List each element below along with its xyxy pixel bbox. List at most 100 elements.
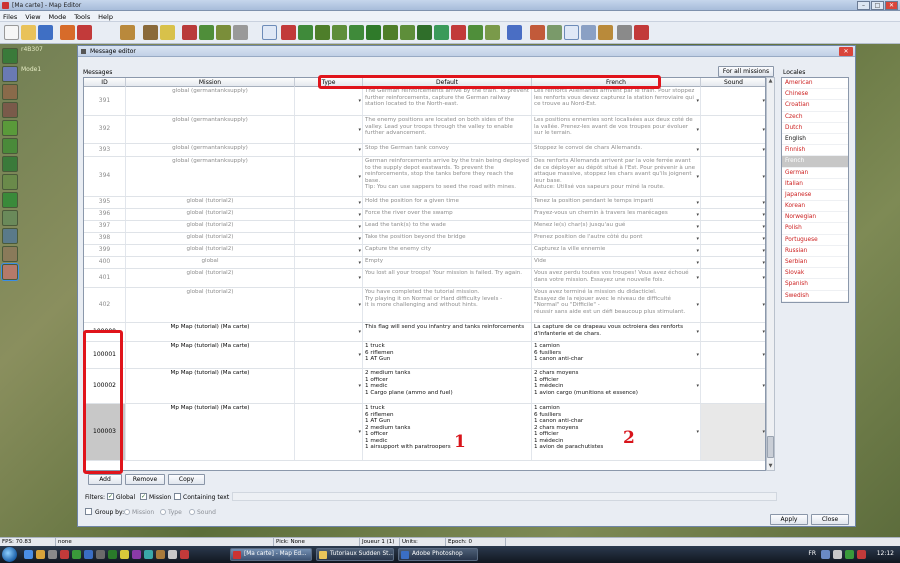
cell-default[interactable]: 2 medium tanks 1 officer 1 medic 1 Cargo… [363, 369, 532, 403]
cell-mission[interactable]: Mp Map (tutorial) (Ma carte) [126, 323, 295, 341]
dropdown-arrow-icon[interactable]: ▾ [696, 260, 699, 267]
cell-type[interactable]: ▾ [295, 269, 363, 287]
mission-filter-checkbox[interactable]: ✓ [140, 493, 147, 500]
cell-french[interactable]: Tenez la position pendant le temps impar… [532, 197, 701, 208]
locale-item[interactable]: French [782, 156, 848, 168]
cell-french[interactable]: 2 chars moyens 1 officier 1 médecin 1 av… [532, 369, 701, 403]
field-palette-icon[interactable] [2, 138, 18, 154]
cell-id[interactable]: 397 [84, 221, 126, 232]
table-row[interactable]: 395 global (tutorial2) ▾ Hold the position … [84, 197, 765, 209]
cell-sound[interactable]: ▾ [701, 87, 765, 115]
locale-item[interactable]: Chinese [782, 89, 848, 101]
cell-french[interactable]: La capture de ce drapeau vous octroiera … [532, 323, 701, 341]
fence-tool-icon[interactable] [468, 25, 483, 40]
dropdown-arrow-icon[interactable]: ▾ [762, 329, 765, 336]
building-palette-icon[interactable] [2, 102, 18, 118]
forest-tool-icon[interactable] [315, 25, 330, 40]
locale-item[interactable]: German [782, 168, 848, 179]
cell-sound[interactable]: ▾ [701, 369, 765, 403]
cell-french[interactable]: 1 camion 6 fusiliers 1 canon anti-char ▾ [532, 342, 701, 368]
open-folder-icon[interactable] [21, 25, 36, 40]
dropdown-arrow-icon[interactable]: ▾ [358, 248, 361, 255]
cell-sound[interactable]: ▾ [701, 288, 765, 322]
cell-id[interactable]: 398 [84, 233, 126, 244]
locale-item[interactable]: Polish [782, 223, 848, 235]
terrain-tool-icon[interactable] [60, 25, 75, 40]
cell-french[interactable]: Menez le(s) char(s) jusqu'au gué ▾ [532, 221, 701, 232]
cell-id[interactable]: 399 [84, 245, 126, 256]
apply-button[interactable]: Apply [770, 514, 808, 525]
cell-mission[interactable]: global (tutorial2) [126, 245, 295, 256]
locale-item[interactable]: American [782, 78, 848, 90]
dropdown-arrow-icon[interactable]: ▾ [762, 260, 765, 267]
table-row[interactable]: 393 global (germantanksupply) ▾ Stop the Ge… [84, 144, 765, 157]
quicklaunch-desktop-icon[interactable] [48, 550, 57, 559]
cell-french[interactable]: Vide ▾ [532, 257, 701, 268]
locale-item[interactable]: Slovak [782, 268, 848, 280]
table-row[interactable]: 400 global ▾ Empty Vide ▾ ▾ [84, 257, 765, 269]
table-row[interactable]: 394 global (germantanksupply) ▾ German rein… [84, 157, 765, 197]
dropdown-arrow-icon[interactable]: ▾ [762, 224, 765, 231]
cell-mission[interactable]: global (tutorial2) [126, 288, 295, 322]
fire-tool-icon[interactable] [451, 25, 466, 40]
group-by-sound-radio[interactable] [189, 509, 195, 515]
rock-palette-icon[interactable] [2, 210, 18, 226]
cell-mission[interactable]: global (germantanksupply) [126, 87, 295, 115]
cell-sound[interactable]: ▾ [701, 209, 765, 220]
tray-volume-icon[interactable] [833, 550, 842, 559]
header-id[interactable]: ID [84, 78, 126, 87]
task-map-editor[interactable]: [Ma carte] - Map Ed... [230, 548, 312, 561]
cell-default[interactable]: Empty [363, 257, 532, 268]
group-by-type-radio[interactable] [160, 509, 166, 515]
dropdown-arrow-icon[interactable]: ▾ [762, 212, 765, 219]
cell-id[interactable]: 401 [84, 269, 126, 287]
locale-item[interactable]: Japanese [782, 190, 848, 202]
cell-type[interactable]: ▾ [295, 404, 363, 460]
pine-tool-icon[interactable] [417, 25, 432, 40]
locale-item[interactable]: Korean [782, 201, 848, 213]
cell-default[interactable]: German reinforcements arrive by the trai… [363, 157, 532, 196]
dialog-close-button[interactable]: ✕ [839, 47, 853, 56]
quicklaunch-app2-icon[interactable] [72, 550, 81, 559]
bush-tool-icon[interactable] [332, 25, 347, 40]
cell-mission[interactable]: global (tutorial2) [126, 269, 295, 287]
scroll-down-arrow-icon[interactable]: ▼ [767, 463, 774, 470]
scroll-thumb[interactable] [767, 436, 774, 458]
header-sound[interactable]: Sound [701, 78, 765, 87]
dropdown-arrow-icon[interactable]: ▾ [762, 200, 765, 207]
locale-item[interactable]: Serbian [782, 257, 848, 269]
crop-tool-icon[interactable] [400, 25, 415, 40]
containing-text-input[interactable] [232, 492, 777, 501]
tray-app-icon[interactable] [845, 550, 854, 559]
cell-sound[interactable]: ▾ [701, 157, 765, 196]
grass-tool-icon[interactable] [199, 25, 214, 40]
table-row[interactable]: 391 global (germantanksupply) ▾ The German … [84, 87, 765, 116]
cell-type[interactable]: ▾ [295, 221, 363, 232]
message-editor-icon[interactable] [564, 25, 579, 40]
dropdown-arrow-icon[interactable]: ▾ [358, 236, 361, 243]
quicklaunch-app7-icon[interactable] [132, 550, 141, 559]
quicklaunch-app1-icon[interactable] [60, 550, 69, 559]
cell-default[interactable]: Capture the enemy city [363, 245, 532, 256]
cell-default[interactable]: Lead the tank(s) to the wade [363, 221, 532, 232]
cell-sound[interactable]: ▾ [701, 404, 765, 460]
cell-french[interactable]: Les positions ennemies sont localisées a… [532, 116, 701, 143]
wall-tool-icon[interactable] [485, 25, 500, 40]
dropdown-arrow-icon[interactable]: ▾ [358, 174, 361, 181]
dropdown-arrow-icon[interactable]: ▾ [762, 275, 765, 282]
locale-item[interactable]: Swedish [782, 291, 848, 302]
cell-default[interactable]: This flag will send you infantry and tan… [363, 323, 532, 341]
house-palette-icon[interactable] [2, 84, 18, 100]
for-all-missions-button[interactable]: For all missions [718, 66, 774, 77]
map-tool-icon[interactable] [547, 25, 562, 40]
cell-type[interactable]: ▾ [295, 369, 363, 403]
table-row[interactable]: 401 global (tutorial2) ▾ You lost all your … [84, 269, 765, 288]
tree-tool-icon[interactable] [298, 25, 313, 40]
quicklaunch-ie-icon[interactable] [24, 550, 33, 559]
cell-mission[interactable]: global (tutorial2) [126, 233, 295, 244]
dropdown-arrow-icon[interactable]: ▾ [696, 200, 699, 207]
dropdown-arrow-icon[interactable]: ▾ [696, 429, 699, 436]
dropdown-arrow-icon[interactable]: ▾ [358, 224, 361, 231]
dropdown-arrow-icon[interactable]: ▾ [696, 147, 699, 154]
cell-id[interactable]: 400 [84, 257, 126, 268]
